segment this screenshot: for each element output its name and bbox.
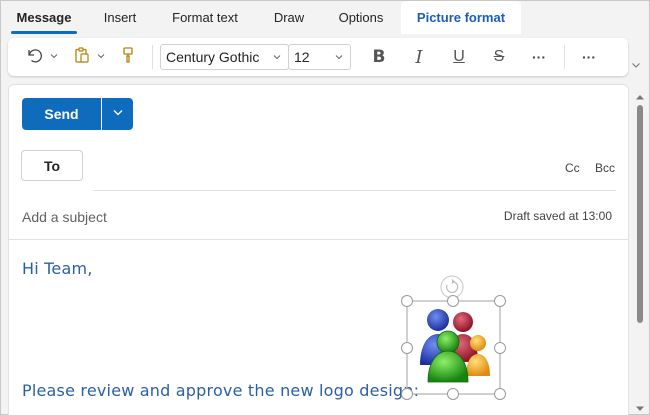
undo-button[interactable] [20, 38, 48, 76]
tab-format-text[interactable]: Format text [153, 1, 257, 34]
body-line[interactable]: Please review and approve the new logo d… [22, 381, 419, 400]
send-options-button[interactable] [102, 98, 133, 130]
more-formatting-button[interactable]: ··· [526, 38, 552, 76]
tab-draw[interactable]: Draw [257, 1, 321, 34]
format-painter-button[interactable] [116, 38, 140, 76]
undo-dropdown[interactable] [47, 38, 61, 76]
caret-up-icon [635, 88, 645, 105]
font-size-select[interactable]: 12 [288, 44, 351, 70]
font-size-value: 12 [294, 49, 310, 65]
paste-dropdown[interactable] [94, 38, 108, 76]
italic-button[interactable]: I [406, 38, 432, 76]
more-options-button[interactable]: ··· [576, 38, 602, 76]
people-logo-icon [420, 309, 490, 383]
font-name-select[interactable]: Century Gothic [160, 44, 289, 70]
format-painter-icon [119, 46, 137, 69]
underline-button[interactable]: U [446, 38, 472, 76]
cc-button[interactable]: Cc [565, 161, 580, 175]
bcc-button[interactable]: Bcc [595, 161, 615, 175]
bold-icon: B [372, 47, 386, 67]
body-greeting[interactable]: Hi Team, [22, 259, 93, 278]
chevron-down-icon [630, 58, 642, 75]
chevron-down-icon [271, 50, 283, 67]
draft-status: Draft saved at 13:00 [503, 209, 612, 223]
chevron-down-icon [111, 105, 125, 124]
subject-input[interactable]: Add a subject [22, 209, 107, 225]
bold-button[interactable]: B [366, 38, 392, 76]
tab-options[interactable]: Options [321, 1, 401, 34]
strikethrough-button[interactable]: S [486, 38, 512, 76]
scrollbar-thumb[interactable] [637, 105, 643, 323]
ribbon-tabs: Message Insert Format text Draw Options … [1, 1, 649, 34]
inserted-picture[interactable] [400, 270, 510, 400]
tab-message[interactable]: Message [1, 1, 87, 34]
chevron-down-icon [49, 48, 59, 66]
underline-icon: U [453, 48, 465, 65]
font-name-value: Century Gothic [166, 49, 260, 65]
rotate-handle-icon[interactable] [440, 275, 464, 299]
toolbar-divider [564, 45, 565, 69]
strikethrough-icon: S [493, 48, 505, 65]
ribbon-collapse-button[interactable] [630, 58, 642, 76]
tab-picture-format[interactable]: Picture format [401, 1, 521, 34]
scroll-up-button[interactable] [635, 88, 645, 106]
tab-insert[interactable]: Insert [87, 1, 153, 34]
chevron-down-icon [96, 48, 106, 66]
paste-icon [73, 46, 91, 69]
chevron-down-icon [333, 50, 345, 67]
to-button[interactable]: To [21, 150, 83, 181]
italic-icon: I [415, 46, 423, 68]
undo-icon [25, 46, 43, 69]
scroll-down-button[interactable] [635, 400, 645, 415]
to-field-underline [93, 190, 616, 191]
caret-down-icon [635, 400, 645, 415]
paste-button[interactable] [70, 38, 94, 76]
compose-panel: Send To Cc Bcc Add a subject Draft saved… [8, 84, 629, 415]
send-button[interactable]: Send [22, 98, 101, 130]
subject-divider [9, 239, 628, 240]
ribbon-toolbar: Century Gothic 12 B I U S ··· ··· [8, 38, 628, 76]
toolbar-divider [152, 45, 153, 69]
